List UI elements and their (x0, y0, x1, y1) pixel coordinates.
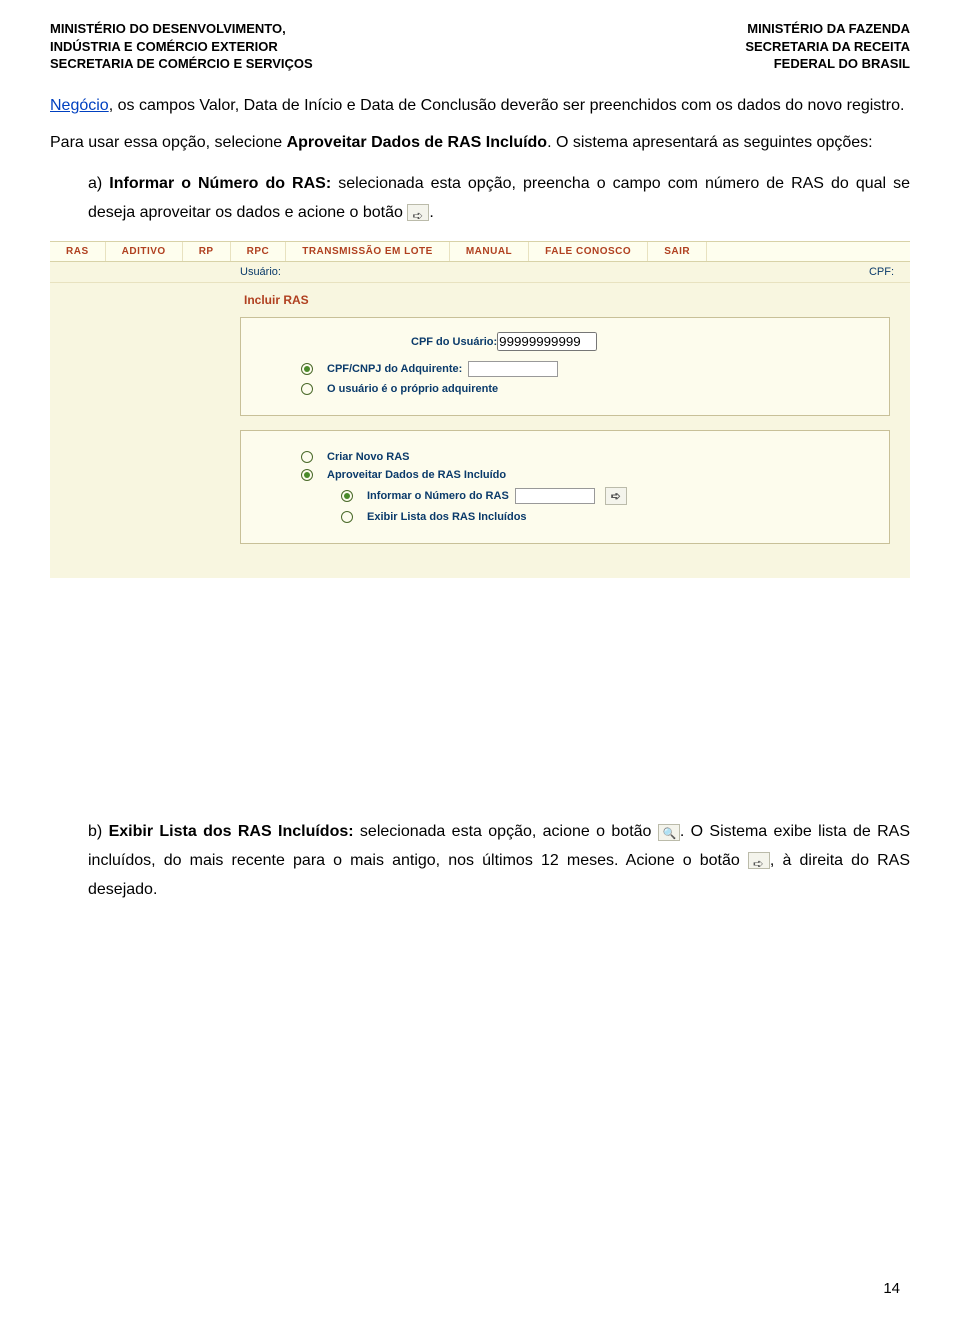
cpf-usuario-input[interactable] (497, 332, 597, 351)
header-right: MINISTÉRIO DA FAZENDA SECRETARIA DA RECE… (745, 20, 910, 73)
header-left-line: SECRETARIA DE COMÉRCIO E SERVIÇOS (50, 55, 313, 73)
criar-novo-ras-label: Criar Novo RAS (327, 451, 410, 463)
item-b-bold: Exibir Lista dos RAS Incluídos: (109, 823, 354, 840)
document-header: MINISTÉRIO DO DESENVOLVIMENTO, INDÚSTRIA… (50, 20, 910, 73)
paragraph-aproveitar: Para usar essa opção, selecione Aproveit… (50, 132, 910, 154)
menu-manual[interactable]: MANUAL (450, 242, 529, 261)
radio-cpf-cnpj-adquirente[interactable] (301, 363, 313, 375)
cpf-cnpj-adquirente-label: CPF/CNPJ do Adquirente: (327, 363, 462, 375)
menu-aditivo[interactable]: ADITIVO (106, 242, 183, 261)
link-negocio: Negócio (50, 97, 109, 114)
magnifier-icon (658, 824, 680, 841)
menu-transmissao[interactable]: TRANSMISSÃO EM LOTE (286, 242, 450, 261)
cpf-cnpj-adquirente-input[interactable] (468, 361, 558, 377)
row-informar-numero[interactable]: Informar o Número do RAS ➪ (341, 487, 875, 505)
menu-faleconosco[interactable]: FALE CONOSCO (529, 242, 648, 261)
page-number: 14 (883, 1280, 900, 1297)
menu-sair[interactable]: SAIR (648, 242, 707, 261)
app-menubar: RAS ADITIVO RP RPC TRANSMISSÃO EM LOTE M… (50, 242, 910, 262)
list-item-b: b) Exibir Lista dos RAS Incluídos: selec… (88, 818, 910, 904)
item-b-rest1: selecionada esta opção, acione o botão (354, 823, 658, 840)
paragraph-aproveitar-bold: Aproveitar Dados de RAS Incluído (287, 134, 547, 151)
item-a-tail: . (429, 204, 433, 221)
item-a-bold: Informar o Número do RAS: (109, 175, 331, 192)
radio-informar-numero[interactable] (341, 490, 353, 502)
item-a-lead: a) (88, 175, 109, 192)
radio-criar-novo-ras[interactable] (301, 451, 313, 463)
informar-numero-input[interactable] (515, 488, 595, 504)
cpf-usuario-label: CPF do Usuário: (411, 336, 497, 348)
app-screenshot: RAS ADITIVO RP RPC TRANSMISSÃO EM LOTE M… (50, 241, 910, 578)
row-cpf-usuario: CPF do Usuário: (411, 332, 875, 351)
header-right-line: SECRETARIA DA RECEITA (745, 38, 910, 56)
row-criar-novo-ras[interactable]: Criar Novo RAS (301, 451, 875, 463)
arrow-go-icon (407, 204, 429, 221)
exibir-lista-label: Exibir Lista dos RAS Incluídos (367, 511, 527, 523)
paragraph-negocio: Negócio, os campos Valor, Data de Início… (50, 95, 910, 117)
radio-usuario-proprio[interactable] (301, 383, 313, 395)
header-left-line: MINISTÉRIO DO DESENVOLVIMENTO, (50, 20, 313, 38)
paragraph-aproveitar-lead: Para usar essa opção, selecione (50, 134, 287, 151)
row-aproveitar-dados[interactable]: Aproveitar Dados de RAS Incluído (301, 469, 875, 481)
userbar-cpf-label: CPF: (869, 266, 894, 278)
app-userbar: Usuário: CPF: (50, 262, 910, 283)
panel-user-id: CPF do Usuário: CPF/CNPJ do Adquirente: … (240, 317, 890, 416)
row-cpf-cnpj-adquirente[interactable]: CPF/CNPJ do Adquirente: (301, 361, 875, 377)
userbar-usuario-label: Usuário: (240, 266, 281, 278)
radio-exibir-lista[interactable] (341, 511, 353, 523)
panel-ras-options: Criar Novo RAS Aproveitar Dados de RAS I… (240, 430, 890, 544)
header-left-line: INDÚSTRIA E COMÉRCIO EXTERIOR (50, 38, 313, 56)
section-title-incluir-ras: Incluir RAS (244, 293, 910, 307)
aproveitar-dados-label: Aproveitar Dados de RAS Incluído (327, 469, 506, 481)
usuario-proprio-label: O usuário é o próprio adquirente (327, 383, 498, 395)
app-content: Incluir RAS CPF do Usuário: CPF/CNPJ do … (50, 283, 910, 578)
go-button[interactable]: ➪ (605, 487, 627, 505)
row-usuario-proprio-adquirente[interactable]: O usuário é o próprio adquirente (301, 383, 875, 395)
paragraph-negocio-text: , os campos Valor, Data de Início e Data… (109, 97, 905, 114)
arrow-go-icon (748, 852, 770, 869)
header-right-line: MINISTÉRIO DA FAZENDA (745, 20, 910, 38)
informar-numero-label: Informar o Número do RAS (367, 490, 509, 502)
menu-rp[interactable]: RP (183, 242, 231, 261)
menu-ras[interactable]: RAS (50, 242, 106, 261)
header-left: MINISTÉRIO DO DESENVOLVIMENTO, INDÚSTRIA… (50, 20, 313, 73)
menu-rpc[interactable]: RPC (231, 242, 287, 261)
list-item-a: a) Informar o Número do RAS: selecionada… (88, 170, 910, 228)
row-exibir-lista[interactable]: Exibir Lista dos RAS Incluídos (341, 511, 875, 523)
item-b-lead: b) (88, 823, 109, 840)
paragraph-aproveitar-tail: . O sistema apresentará as seguintes opç… (547, 134, 873, 151)
radio-aproveitar-dados[interactable] (301, 469, 313, 481)
header-right-line: FEDERAL DO BRASIL (745, 55, 910, 73)
